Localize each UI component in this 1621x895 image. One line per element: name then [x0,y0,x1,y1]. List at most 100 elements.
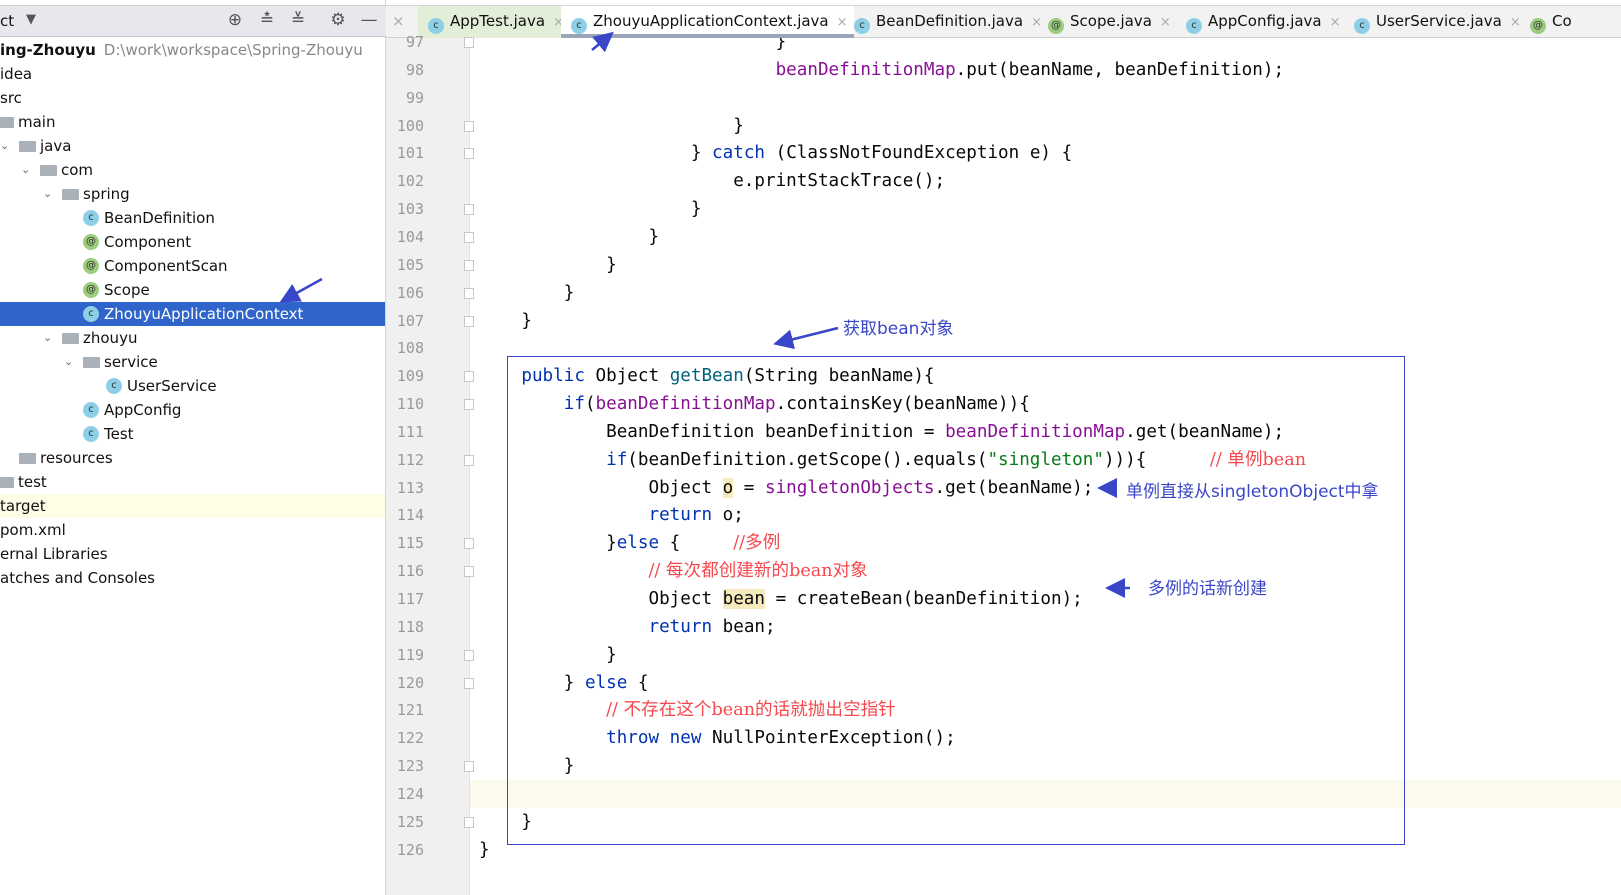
class-icon: c [83,426,99,442]
line-number: 125 [396,812,424,831]
gear-icon[interactable]: ⚙ [327,10,349,30]
tree-item-label: atches and Consoles [0,569,155,587]
tree-item[interactable]: idea [0,62,385,86]
project-panel-header: ct ▼ ⊕ ≛ ≚ ⚙ — [0,5,386,37]
line-number: 110 [396,395,424,414]
annotation-icon: @ [83,258,99,274]
tree-item-label: ernal Libraries [0,545,108,563]
code-token: } [479,199,702,220]
line-number: 120 [396,673,424,692]
minimize-icon[interactable]: — [358,10,380,30]
line-number: 117 [396,590,424,608]
tree-item-label: BeanDefinition [104,209,215,227]
tree-item[interactable]: pom.xml [0,518,385,542]
locate-icon[interactable]: ⊕ [224,10,246,30]
tree-item[interactable]: ⌄ com [0,158,385,182]
tree-item-label: target [0,497,46,515]
tree-item-label: com [61,161,94,179]
code-line: } [479,836,490,864]
tab[interactable]: c AppTest.java × [418,6,570,38]
line-number: 118 [396,617,424,636]
tree-item-label: Component [104,233,192,251]
line-number: 115 [396,534,424,553]
annotation-icon: @ [1530,18,1546,34]
line-number: 106 [396,283,424,302]
tab[interactable]: c ZhouyuApplicationContext.java × [561,6,854,38]
tab-label: ZhouyuApplicationContext.java [593,12,829,30]
tree-item-label: zhouyu [83,329,138,347]
tree-item[interactable]: c AppConfig [0,398,385,422]
code-line: } [479,279,575,307]
chevron-down-icon[interactable]: ⌄ [0,134,9,158]
tree-item[interactable]: ernal Libraries [0,542,385,566]
code-token: catch [712,143,766,164]
folder-icon [62,189,79,200]
line-number: 100 [396,116,424,135]
tree-item[interactable]: @ Scope [0,278,385,302]
tab-label: Co [1552,12,1572,30]
close-tab-icon[interactable]: × [1160,15,1171,30]
code-token: beanDefinitionMap [775,59,956,80]
tree-item[interactable]: c ZhouyuApplicationContext [0,302,385,326]
tree-item[interactable]: src [0,86,385,110]
code-line: } [479,223,659,251]
tree-item[interactable]: atches and Consoles [0,566,385,590]
line-number: 113 [396,478,424,497]
tree-item-label: spring [83,185,130,203]
line-number: 109 [396,367,424,386]
tree-item-label: test [18,473,47,491]
close-tab-icon[interactable]: × [1330,15,1341,30]
code-line: } [479,195,702,223]
folder-icon [19,141,36,152]
tab[interactable]: c BeanDefinition.java × [844,6,1048,38]
code-line: } [479,38,787,56]
tab[interactable]: c UserService.java × [1344,6,1527,38]
tree-item[interactable]: ⌄ java [0,134,385,158]
code-line: } [479,112,744,140]
line-number: 104 [396,227,424,246]
tree-item[interactable]: ⌄ spring [0,182,385,206]
code-token: } [479,115,744,136]
collapse-all-icon[interactable]: ≚ [287,10,309,30]
tree-root[interactable]: ing-Zhouyu D:\work\workspace\Spring-Zhouy… [0,38,385,62]
class-icon: c [106,378,122,394]
code-token: e.printStackTrace(); [479,171,946,192]
folder-icon [19,453,36,464]
expand-all-icon[interactable]: ≛ [256,10,278,30]
project-panel: ct ▼ ⊕ ≛ ≚ ⚙ — ing-Zhouyu D:\work\workspa… [0,0,386,895]
tab-label: BeanDefinition.java [876,12,1024,30]
line-number: 119 [396,645,424,664]
chevron-down-icon[interactable]: ⌄ [21,158,30,182]
chevron-down-icon[interactable]: ⌄ [43,326,52,350]
tab[interactable]: @ Scope.java × [1038,6,1177,38]
tree-item[interactable]: c UserService [0,374,385,398]
code-token: } [479,282,575,303]
tree-item[interactable]: @ ComponentScan [0,254,385,278]
tree-item[interactable]: main [0,110,385,134]
tree-item[interactable]: resources [0,446,385,470]
class-icon: c [83,306,99,322]
chevron-down-icon[interactable]: ⌄ [43,182,52,206]
code-token: } [479,839,490,860]
chevron-down-icon[interactable]: ⌄ [64,350,73,374]
tree-item-label: resources [40,449,113,467]
class-icon: c [428,18,444,34]
view-dropdown-icon[interactable]: ▼ [26,12,36,27]
tree-item-label: src [0,89,22,107]
annotation-box [507,356,1405,845]
tree-item[interactable]: @ Component [0,230,385,254]
tab[interactable]: c AppConfig.java × [1176,6,1347,38]
folder-icon [40,165,57,176]
tree-item[interactable]: target [0,494,385,518]
line-number: 103 [396,200,424,219]
tree-item[interactable]: c Test [0,422,385,446]
tree-item-label: Scope [104,281,150,299]
line-number: 123 [396,757,424,776]
code-token: } [479,226,660,247]
tree-item[interactable]: c BeanDefinition [0,206,385,230]
annotation-prototype: 多例的话新创建 [1148,579,1267,599]
tab[interactable]: @ Co [1520,6,1572,38]
tree-item[interactable]: ⌄ service [0,350,385,374]
tree-item[interactable]: ⌄ zhouyu [0,326,385,350]
tree-item[interactable]: test [0,470,385,494]
